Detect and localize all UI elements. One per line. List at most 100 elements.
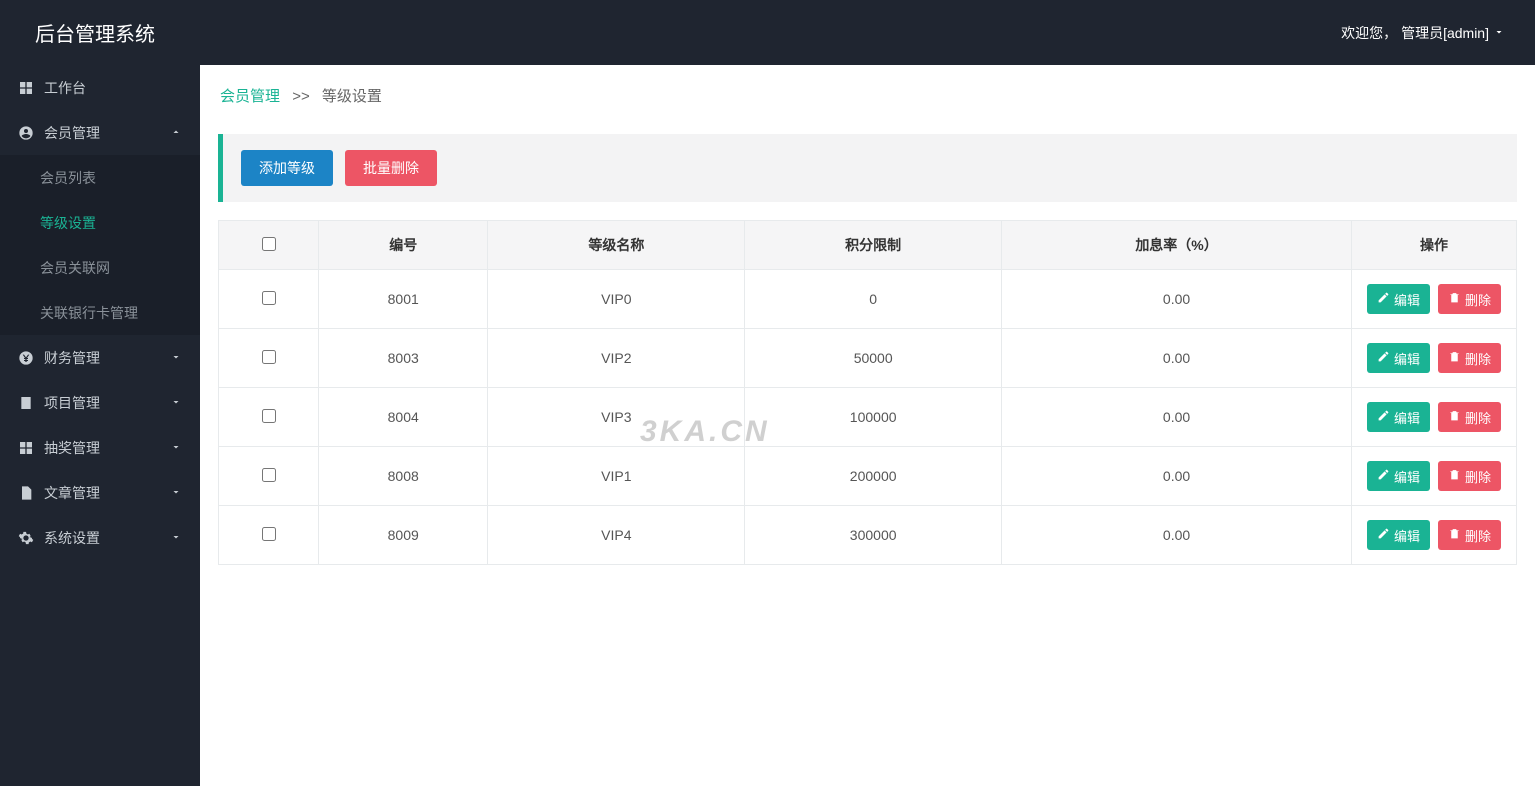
sidebar-item-finance[interactable]: 财务管理 xyxy=(0,335,200,380)
chevron-down-icon xyxy=(170,440,182,456)
cell-points: 300000 xyxy=(745,506,1002,565)
cell-id: 8001 xyxy=(319,270,488,329)
row-check[interactable] xyxy=(262,409,276,423)
cell-name: VIP2 xyxy=(488,329,745,388)
edit-button[interactable]: 编辑 xyxy=(1367,402,1430,432)
table-row: 8003VIP2500000.00 编辑删除 xyxy=(219,329,1517,388)
cell-name: VIP3 xyxy=(488,388,745,447)
th-check xyxy=(219,221,319,270)
row-check[interactable] xyxy=(262,527,276,541)
th-op: 操作 xyxy=(1352,221,1517,270)
chevron-down-icon xyxy=(170,350,182,366)
trash-icon xyxy=(1448,527,1461,543)
cell-rate: 0.00 xyxy=(1002,329,1352,388)
edit-icon xyxy=(1377,350,1390,366)
cell-id: 8003 xyxy=(319,329,488,388)
edit-button[interactable]: 编辑 xyxy=(1367,343,1430,373)
row-check[interactable] xyxy=(262,291,276,305)
row-check[interactable] xyxy=(262,350,276,364)
table-row: 8009VIP43000000.00 编辑删除 xyxy=(219,506,1517,565)
sidebar-label: 抽奖管理 xyxy=(44,438,100,458)
sidebar-item-article[interactable]: 文章管理 xyxy=(0,470,200,515)
yen-circle-icon xyxy=(18,350,34,366)
th-name: 等级名称 xyxy=(488,221,745,270)
sidebar-item-lottery[interactable]: 抽奖管理 xyxy=(0,425,200,470)
th-points: 积分限制 xyxy=(745,221,1002,270)
breadcrumb-current: 等级设置 xyxy=(322,88,382,105)
user-role: 管理员[admin] xyxy=(1401,23,1489,43)
sidebar: 工作台 会员管理 会员列表 等级设置 会员关联网 关联银行卡管理 财务管理 xyxy=(0,65,200,786)
sidebar-label: 项目管理 xyxy=(44,393,100,413)
breadcrumb-root[interactable]: 会员管理 xyxy=(220,88,280,105)
cell-rate: 0.00 xyxy=(1002,270,1352,329)
th-id: 编号 xyxy=(319,221,488,270)
toolbar: 添加等级 批量删除 xyxy=(218,134,1517,202)
row-check[interactable] xyxy=(262,468,276,482)
sidebar-item-system[interactable]: 系统设置 xyxy=(0,515,200,560)
sidebar-subitem-level-setting[interactable]: 等级设置 xyxy=(0,200,200,245)
clipboard-icon xyxy=(18,395,34,411)
edit-icon xyxy=(1377,291,1390,307)
chevron-down-icon xyxy=(170,485,182,501)
file-text-icon xyxy=(18,485,34,501)
add-level-button[interactable]: 添加等级 xyxy=(241,150,333,186)
sidebar-item-project[interactable]: 项目管理 xyxy=(0,380,200,425)
delete-button[interactable]: 删除 xyxy=(1438,284,1501,314)
sidebar-sub-member: 会员列表 等级设置 会员关联网 关联银行卡管理 xyxy=(0,155,200,335)
user-circle-icon xyxy=(18,125,34,141)
breadcrumb: 会员管理 >> 等级设置 xyxy=(200,65,1535,116)
edit-button[interactable]: 编辑 xyxy=(1367,520,1430,550)
cell-points: 100000 xyxy=(745,388,1002,447)
chevron-down-icon xyxy=(170,530,182,546)
cell-name: VIP0 xyxy=(488,270,745,329)
sidebar-item-dashboard[interactable]: 工作台 xyxy=(0,65,200,110)
sidebar-label: 文章管理 xyxy=(44,483,100,503)
welcome-text: 欢迎您， xyxy=(1341,23,1397,43)
sidebar-subitem-bankcard[interactable]: 关联银行卡管理 xyxy=(0,290,200,335)
sidebar-item-member[interactable]: 会员管理 xyxy=(0,110,200,155)
grid-icon xyxy=(18,80,34,96)
delete-button[interactable]: 删除 xyxy=(1438,520,1501,550)
edit-icon xyxy=(1377,409,1390,425)
breadcrumb-sep: >> xyxy=(292,88,310,105)
cell-name: VIP1 xyxy=(488,447,745,506)
edit-icon xyxy=(1377,527,1390,543)
table-row: 8004VIP31000000.00 编辑删除 xyxy=(219,388,1517,447)
chevron-down-icon xyxy=(170,395,182,411)
cell-points: 200000 xyxy=(745,447,1002,506)
delete-button[interactable]: 删除 xyxy=(1438,343,1501,373)
sidebar-label: 系统设置 xyxy=(44,528,100,548)
cell-id: 8009 xyxy=(319,506,488,565)
user-menu[interactable]: 欢迎您， 管理员[admin] xyxy=(1341,23,1505,43)
trash-icon xyxy=(1448,409,1461,425)
cell-rate: 0.00 xyxy=(1002,506,1352,565)
trash-icon xyxy=(1448,350,1461,366)
table-row: 8001VIP000.00编辑删除 xyxy=(219,270,1517,329)
cell-name: VIP4 xyxy=(488,506,745,565)
cell-id: 8004 xyxy=(319,388,488,447)
gift-icon xyxy=(18,440,34,456)
edit-button[interactable]: 编辑 xyxy=(1367,461,1430,491)
cell-rate: 0.00 xyxy=(1002,447,1352,506)
delete-button[interactable]: 删除 xyxy=(1438,402,1501,432)
gear-icon xyxy=(18,530,34,546)
chevron-down-icon xyxy=(1493,25,1505,41)
cell-rate: 0.00 xyxy=(1002,388,1352,447)
delete-button[interactable]: 删除 xyxy=(1438,461,1501,491)
sidebar-subitem-member-list[interactable]: 会员列表 xyxy=(0,155,200,200)
th-rate: 加息率（%） xyxy=(1002,221,1352,270)
edit-button[interactable]: 编辑 xyxy=(1367,284,1430,314)
cell-points: 50000 xyxy=(745,329,1002,388)
sidebar-label: 工作台 xyxy=(44,78,86,98)
sidebar-subitem-member-network[interactable]: 会员关联网 xyxy=(0,245,200,290)
topbar: 后台管理系统 欢迎您， 管理员[admin] xyxy=(0,0,1535,65)
level-table: 编号 等级名称 积分限制 加息率（%） 操作 8001VIP000.00编辑删除… xyxy=(218,220,1517,565)
app-title: 后台管理系统 xyxy=(35,18,155,47)
batch-delete-button[interactable]: 批量删除 xyxy=(345,150,437,186)
main-content: 会员管理 >> 等级设置 添加等级 批量删除 编号 等级名称 积分限制 加息率（… xyxy=(200,65,1535,786)
sidebar-label: 财务管理 xyxy=(44,348,100,368)
cell-id: 8008 xyxy=(319,447,488,506)
chevron-up-icon xyxy=(170,125,182,141)
check-all[interactable] xyxy=(262,237,276,251)
table-row: 8008VIP12000000.00 编辑删除 xyxy=(219,447,1517,506)
